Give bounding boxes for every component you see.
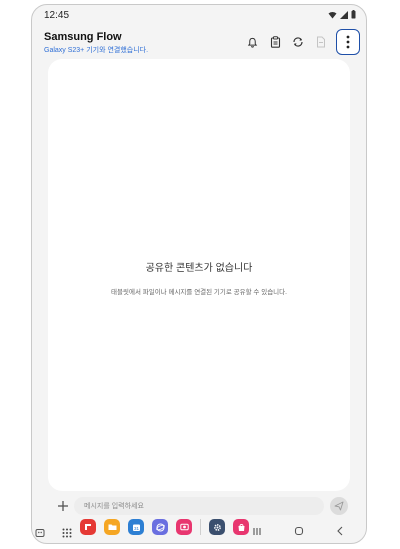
home-button[interactable]: [294, 523, 304, 541]
message-input[interactable]: [74, 497, 324, 515]
settings-app-icon[interactable]: [209, 519, 225, 535]
shared-content-panel: 공유한 콘텐츠가 없습니다 태블릿에서 파일이나 메시지를 연결된 기기로 공유…: [48, 59, 350, 491]
message-composer: [32, 495, 366, 517]
status-time: 12:45: [44, 10, 70, 21]
bell-icon: [247, 37, 257, 48]
clipboard-icon: [270, 36, 280, 48]
back-button[interactable]: [336, 523, 344, 541]
status-bar: 12:45: [32, 5, 366, 25]
add-attachment-button[interactable]: [56, 499, 70, 513]
sync-icon: [293, 37, 303, 47]
tablet-frame: 12:45 Samsung Flow Galaxy S23+ 기기와 연결했습니…: [31, 4, 367, 544]
empty-state-title: 공유한 콘텐츠가 없습니다: [145, 263, 253, 274]
notifications-button[interactable]: [244, 34, 260, 50]
send-icon: [334, 501, 344, 511]
file-icon: [317, 36, 325, 48]
my-files-app-icon[interactable]: [104, 519, 120, 535]
flipboard-app-icon[interactable]: [80, 519, 96, 535]
file-button[interactable]: [313, 34, 329, 50]
connection-status: Galaxy S23+ 기기와 연결했습니다.: [44, 47, 149, 54]
app-title: Samsung Flow: [44, 31, 122, 43]
recents-button[interactable]: [252, 523, 262, 541]
more-options-icon: [346, 35, 350, 49]
wifi-icon: [328, 11, 337, 18]
edge-panel-icon: [35, 529, 45, 537]
header-actions: [244, 29, 360, 55]
signal-icon: [340, 10, 348, 19]
app-drawer-button[interactable]: [62, 525, 72, 538]
back-icon: [337, 526, 343, 536]
app-dock: 31: [80, 519, 249, 535]
sync-button[interactable]: [290, 34, 306, 50]
status-icons: [328, 10, 356, 19]
edge-panel-button[interactable]: [35, 525, 45, 537]
empty-state-description: 태블릿에서 파일이나 메시지를 연결된 기기로 공유할 수 있습니다.: [111, 289, 287, 296]
clipboard-button[interactable]: [267, 34, 283, 50]
plus-icon: [58, 501, 68, 511]
more-options-button[interactable]: [336, 29, 360, 55]
system-nav-keys: [252, 523, 344, 541]
home-icon: [294, 526, 304, 536]
calendar-app-icon[interactable]: 31: [128, 519, 144, 535]
dock-divider: [200, 519, 201, 535]
galaxy-store-app-icon[interactable]: [233, 519, 249, 535]
screen-recorder-app-icon[interactable]: [176, 519, 192, 535]
app-header: Samsung Flow Galaxy S23+ 기기와 연결했습니다.: [32, 27, 366, 57]
navigation-bar: 31: [32, 517, 366, 543]
svg-text:31: 31: [133, 526, 139, 531]
recents-icon: [253, 528, 261, 535]
apps-grid-icon: [62, 528, 72, 538]
send-button[interactable]: [330, 497, 348, 515]
internet-app-icon[interactable]: [152, 519, 168, 535]
battery-icon: [351, 10, 356, 19]
